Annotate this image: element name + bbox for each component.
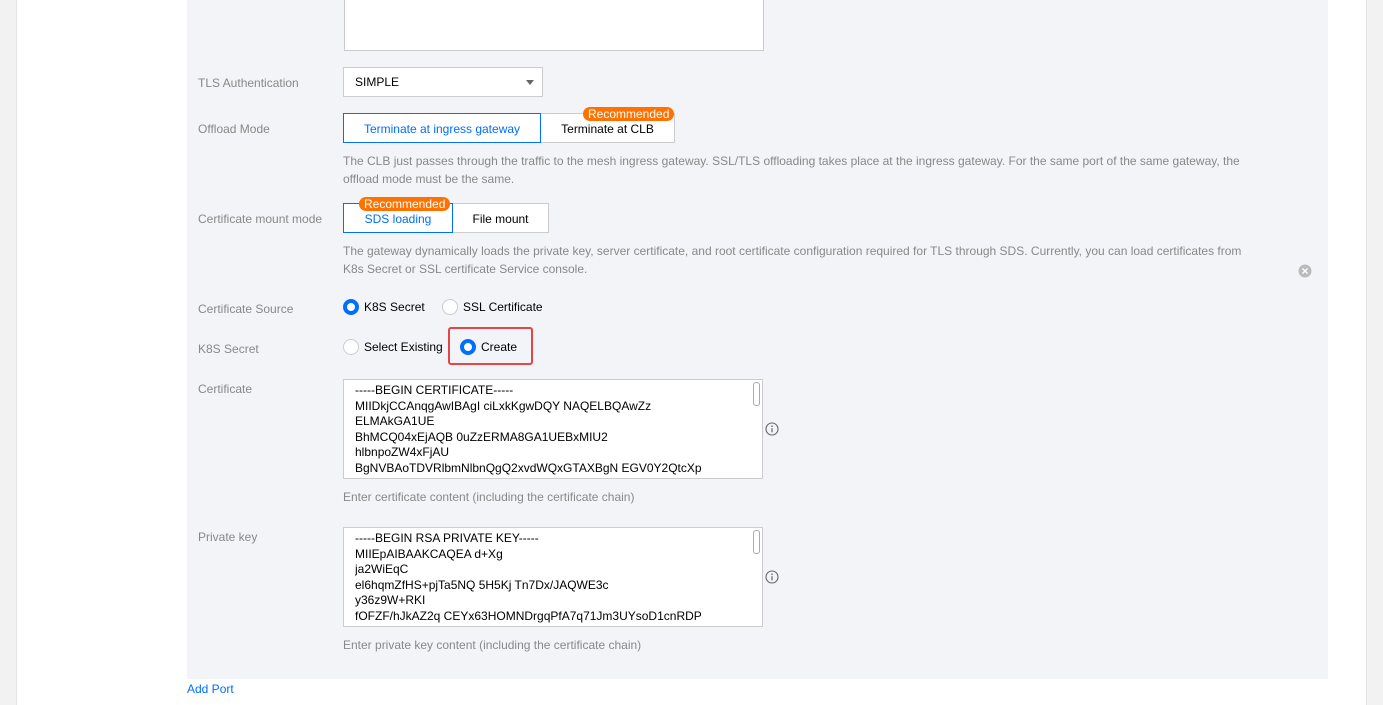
k8s-secret-create-label: Create: [481, 340, 518, 354]
k8s-secret-label: K8S Secret: [198, 342, 259, 356]
cert-source-k8s-label: K8S Secret: [364, 300, 425, 314]
certificate-textarea[interactable]: -----BEGIN CERTIFICATE----- MIIDkjCCAnqg…: [343, 379, 763, 479]
certificate-scrollbar[interactable]: [753, 382, 760, 406]
private-key-line: fOFZF/hJkAZ2q CEYx63HOMNDrgqPfA7q71Jm3UY…: [355, 608, 702, 623]
certificate-line: ELMAkGA1UE: [355, 414, 435, 428]
radio-checked-icon: [343, 299, 359, 315]
mount-recommended-badge: Recommended: [359, 197, 451, 211]
private-key-textarea[interactable]: -----BEGIN RSA PRIVATE KEY----- MIIEpAIB…: [343, 527, 763, 627]
certificate-mount-mode-label: Certificate mount mode: [198, 212, 323, 226]
offload-mode-label: Offload Mode: [198, 122, 270, 136]
tls-authentication-value: SIMPLE: [355, 75, 400, 89]
certificate-label: Certificate: [198, 382, 253, 396]
cert-source-ssl-label: SSL Certificate: [463, 300, 543, 314]
certificate-line: MIIDkjCCAnqgAwIBAgI ciLxkKgwDQY NAQELBQA…: [355, 398, 652, 413]
add-port-link[interactable]: Add Port: [187, 682, 234, 696]
offload-option-ingress-gateway[interactable]: Terminate at ingress gateway: [343, 113, 541, 143]
certificate-line: hlbnpoZW4xFjAU: [355, 445, 450, 459]
mount-option-file[interactable]: File mount: [452, 203, 549, 233]
certificate-source-label: Certificate Source: [198, 302, 294, 316]
info-icon[interactable]: [765, 570, 779, 584]
private-key-line: MIIEpAIBAAKCAQEA d+Xg: [355, 546, 503, 561]
private-key-help: Enter private key content (including the…: [343, 638, 642, 652]
info-icon[interactable]: [765, 422, 779, 436]
certificate-mount-help: The gateway dynamically loads the privat…: [343, 244, 1242, 276]
offload-recommended-badge: Recommended: [583, 107, 675, 121]
certificate-line: -----BEGIN CERTIFICATE-----: [355, 383, 514, 397]
k8s-secret-select-existing-label: Select Existing: [364, 340, 443, 354]
tls-authentication-label: TLS Authentication: [198, 76, 299, 90]
radio-checked-icon: [460, 339, 476, 355]
private-key-line: y36z9W+RKI: [355, 593, 426, 607]
radio-unchecked-icon: [442, 299, 458, 315]
certificate-line: BgNVBAoTDVRlbmNlbnQgQ2xvdWQxGTAXBgN EGV0…: [355, 460, 702, 475]
close-icon[interactable]: [1298, 264, 1312, 278]
k8s-secret-create-radio[interactable]: Create: [460, 339, 517, 355]
private-key-line: -----BEGIN RSA PRIVATE KEY-----: [355, 531, 539, 545]
k8s-secret-select-existing-radio[interactable]: Select Existing: [343, 339, 443, 355]
certificate-help: Enter certificate content (including the…: [343, 490, 635, 504]
previous-field-textarea[interactable]: [344, 0, 764, 51]
private-key-line: el6hqmZfHS+pjTa5NQ 5H5Kj Tn7Dx/JAQWE3c: [355, 577, 609, 592]
offload-mode-help: The CLB just passes through the traffic …: [343, 154, 1240, 186]
tls-authentication-select[interactable]: SIMPLE: [343, 67, 543, 97]
chevron-down-icon: [526, 80, 534, 85]
cert-source-k8s-radio[interactable]: K8S Secret: [343, 299, 425, 315]
private-key-scrollbar[interactable]: [753, 530, 760, 554]
private-key-line: ja2WiEqC: [355, 562, 409, 576]
private-key-label: Private key: [198, 530, 258, 544]
certificate-line: BhMCQ04xEjAQB 0uZzERMA8GA1UEBxMIU2: [355, 429, 608, 444]
page-container: TLS Authentication SIMPLE Offload Mode T…: [16, 0, 1367, 705]
cert-source-ssl-radio[interactable]: SSL Certificate: [442, 299, 543, 315]
radio-unchecked-icon: [343, 339, 359, 355]
